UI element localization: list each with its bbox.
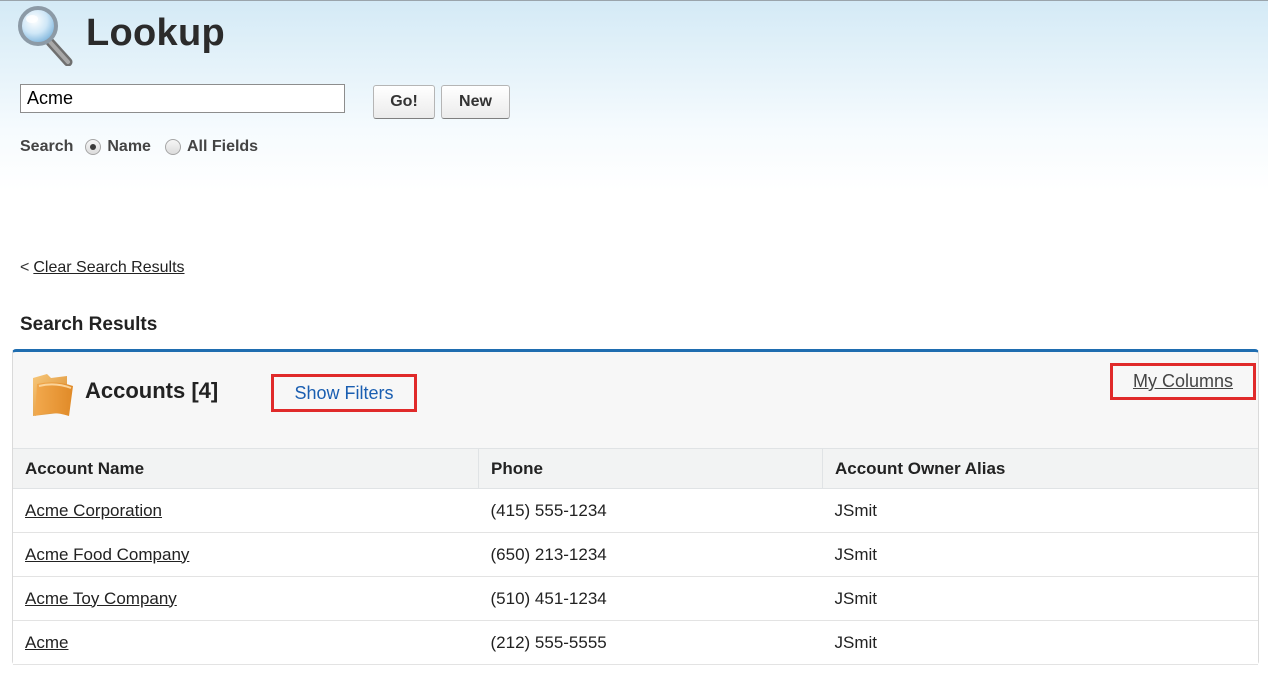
phone-cell: (650) 213-1234 [478,532,823,577]
accounts-panel: Accounts [4] Show Filters My Columns Acc… [12,349,1259,665]
account-name-cell: Acme Toy Company [13,576,479,621]
account-name-cell: Acme [13,620,479,665]
go-button[interactable]: Go! [373,85,435,119]
new-button[interactable]: New [441,85,510,119]
column-header-account-name[interactable]: Account Name [13,448,479,489]
table-row: Acme Food Company (650) 213-1234 JSmit [13,532,1258,577]
back-arrow-icon: < [20,259,30,276]
account-name-link[interactable]: Acme Corporation [25,501,162,520]
phone-cell: (510) 451-1234 [478,576,823,621]
owner-alias-cell: JSmit [822,576,1258,621]
table-row: Acme Toy Company (510) 451-1234 JSmit [13,576,1258,621]
account-name-link[interactable]: Acme Food Company [25,545,189,564]
name-radio[interactable] [85,139,102,155]
column-header-account-owner-alias[interactable]: Account Owner Alias [822,448,1258,489]
table-header-row: Account Name Phone Account Owner Alias [13,448,1258,489]
owner-alias-cell: JSmit [822,620,1258,665]
table-row: Acme (212) 555-5555 JSmit [13,620,1258,665]
folder-icon [33,374,73,416]
phone-cell: (415) 555-1234 [478,488,823,533]
search-options: Search Name All Fields [20,138,258,156]
search-options-label: Search [20,138,74,155]
account-name-cell: Acme Corporation [13,488,479,533]
accounts-title: Accounts [4] [85,378,219,403]
show-filters-link[interactable]: Show Filters [271,374,417,412]
search-results-heading: Search Results [20,314,158,335]
account-name-link[interactable]: Acme [25,633,68,652]
clear-search-results: < Clear Search Results [20,259,185,277]
owner-alias-cell: JSmit [822,532,1258,577]
page-title: Lookup [86,12,225,54]
owner-alias-cell: JSmit [822,488,1258,533]
account-name-cell: Acme Food Company [13,532,479,577]
clear-search-results-link[interactable]: Clear Search Results [33,259,184,276]
results-table: Account Name Phone Account Owner Alias A… [13,448,1258,665]
account-name-link[interactable]: Acme Toy Company [25,589,177,608]
name-radio-label[interactable]: Name [107,138,151,156]
all-fields-radio[interactable] [164,139,181,155]
phone-cell: (212) 555-5555 [478,620,823,665]
table-row: Acme Corporation (415) 555-1234 JSmit [13,488,1258,533]
my-columns-link[interactable]: My Columns [1110,363,1256,400]
magnifier-icon [18,6,73,66]
search-input[interactable] [20,84,345,113]
column-header-phone[interactable]: Phone [478,448,823,489]
all-fields-radio-label[interactable]: All Fields [187,138,258,156]
